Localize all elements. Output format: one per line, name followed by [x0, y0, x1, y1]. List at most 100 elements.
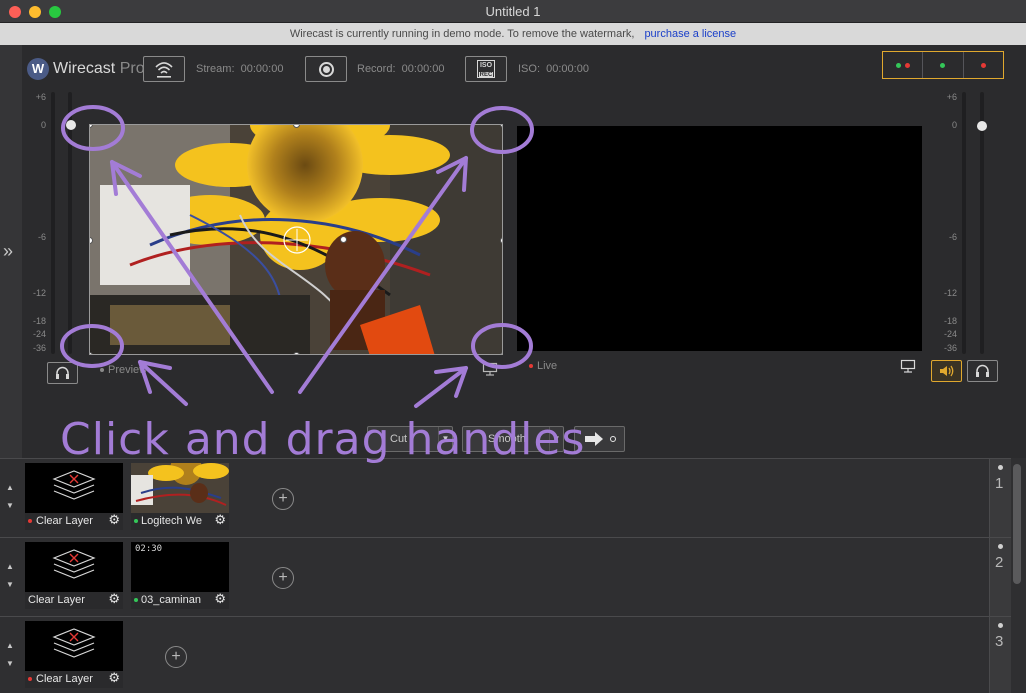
layer-reorder-arrows[interactable]: ▲ ▼	[6, 562, 14, 589]
meter-tick: 0	[40, 120, 46, 130]
demo-banner: Wirecast is currently running in demo mo…	[0, 23, 1026, 45]
preview-status-led	[100, 368, 104, 373]
record-label: Record:	[357, 63, 396, 75]
shot-status-led	[134, 598, 138, 603]
live-dot-icon	[904, 62, 910, 68]
layout-preview-live-button[interactable]	[883, 52, 924, 78]
stream-button[interactable]	[143, 56, 185, 82]
window-title: Untitled 1	[485, 4, 541, 19]
iso-rec-icon: ISO REC	[477, 60, 495, 78]
layer-visible-dot[interactable]	[998, 623, 1003, 628]
clear-layer-icon	[52, 628, 96, 658]
gear-icon[interactable]: ⚙	[108, 670, 120, 686]
purchase-license-link[interactable]: purchase a license	[644, 28, 736, 40]
shot-clear-layer[interactable]: Clear Layer ⚙	[25, 621, 123, 688]
clear-layer-icon	[52, 470, 96, 500]
record-button[interactable]	[305, 56, 347, 82]
meter-tick: +6	[946, 92, 957, 102]
speaker-icon	[940, 365, 954, 377]
shot-clear-layer[interactable]: Clear Layer ⚙	[25, 542, 123, 609]
live-label-text: Live	[537, 360, 558, 372]
add-shot-button[interactable]: +	[272, 488, 294, 510]
resize-handle-bottom[interactable]	[293, 352, 300, 354]
meter-tick: -24	[943, 329, 957, 339]
preview-headphones-button[interactable]	[47, 362, 78, 384]
gear-icon[interactable]: ⚙	[108, 512, 120, 528]
add-shot-button[interactable]: +	[272, 567, 294, 589]
layer-row-1: ▲ ▼ Clear Layer ⚙ Logitech We ⚙ +	[0, 453, 989, 537]
preview-output-icon[interactable]	[482, 362, 498, 376]
layers-panel: ▲ ▼ Clear Layer ⚙ Logitech We ⚙ + 1 ▲ ▼ Cl…	[0, 453, 1026, 693]
headphones-icon	[56, 366, 69, 379]
wirecast-logo-icon: W	[27, 58, 49, 80]
layer-row-2: ▲ ▼ Clear Layer ⚙ 02:30 03_caminan ⚙ +	[0, 537, 989, 616]
layout-live-only-button[interactable]	[964, 52, 1003, 78]
preview-dot-icon	[940, 62, 946, 68]
shot-03-caminan[interactable]: 02:30 03_caminan ⚙	[131, 542, 229, 609]
layer-number-text: 3	[995, 633, 1004, 650]
webcam-thumbnail	[131, 453, 229, 513]
layer-reorder-arrows[interactable]: ▲ ▼	[6, 641, 14, 668]
layer-number-3[interactable]: 3	[989, 616, 1011, 693]
meter-tick: -18	[32, 316, 46, 326]
preview-dot-icon	[895, 62, 901, 68]
iso-status: ISO: 00:00:00	[518, 63, 589, 75]
live-output-icon[interactable]	[900, 359, 916, 373]
layer-visible-dot[interactable]	[998, 544, 1003, 549]
clear-layer-icon	[52, 549, 96, 579]
iso-record-button[interactable]: ISO REC	[465, 56, 507, 82]
meter-tick: 0	[951, 120, 957, 130]
main-toolbar: W Wirecast Pro Stream: 00:00:00 Record: …	[22, 45, 1026, 91]
expand-sidebar-icon[interactable]: »	[3, 241, 13, 262]
demo-message: Wirecast is currently running in demo mo…	[289, 28, 635, 40]
gear-icon[interactable]: ⚙	[108, 591, 120, 607]
shot-status-led	[28, 519, 32, 524]
layer-number-text: 1	[995, 475, 1004, 492]
logo-main-text: Wirecast	[53, 60, 116, 77]
add-shot-button[interactable]: +	[165, 646, 187, 668]
annotation-text: Click and drag handles	[60, 414, 586, 465]
shot-logitech-webcam[interactable]: Logitech We ⚙	[131, 453, 229, 530]
left-sidebar-strip: »	[0, 45, 22, 458]
layer-reorder-arrows[interactable]: ▲ ▼	[6, 483, 14, 510]
meter-tick: -24	[32, 329, 46, 339]
stream-label: Stream:	[196, 63, 235, 75]
transform-center-icon	[283, 226, 311, 254]
preview-monitor[interactable]	[89, 124, 503, 355]
live-label: Live	[529, 360, 557, 372]
headphones-icon	[976, 364, 989, 377]
preview-volume-knob[interactable]	[66, 120, 76, 130]
layer-number-1[interactable]: 1	[989, 458, 1011, 537]
logo-sub-text: Pro	[119, 60, 145, 77]
layers-scrollbar[interactable]	[1013, 464, 1021, 584]
live-volume-slider[interactable]	[980, 92, 984, 354]
meter-tick: -36	[32, 343, 46, 353]
gear-icon[interactable]: ⚙	[214, 591, 226, 607]
layer-visible-dot[interactable]	[998, 465, 1003, 470]
meter-tick: -12	[32, 288, 46, 298]
live-audio-monitor-button[interactable]	[931, 360, 962, 382]
shot-clear-layer[interactable]: Clear Layer ⚙	[25, 463, 123, 530]
layer-number-2[interactable]: 2	[989, 537, 1011, 616]
live-dot-icon	[980, 62, 986, 68]
left-audio-meter	[51, 92, 55, 354]
right-audio-meter	[962, 92, 966, 354]
live-monitor[interactable]	[517, 126, 922, 351]
resize-handle-bottom-right[interactable]	[500, 352, 502, 354]
layout-preview-only-button[interactable]	[923, 52, 964, 78]
live-volume-knob[interactable]	[977, 121, 987, 131]
wirecast-logo: W Wirecast Pro	[27, 58, 145, 80]
title-bar: Untitled 1	[0, 0, 1026, 23]
meter-tick: -12	[943, 288, 957, 298]
meter-tick: -36	[943, 343, 957, 353]
live-headphones-button[interactable]	[967, 360, 998, 382]
preview-volume-slider[interactable]	[68, 92, 72, 354]
rotation-handle[interactable]	[340, 236, 347, 243]
meter-tick: -6	[37, 232, 46, 242]
record-time: 00:00:00	[401, 63, 445, 75]
resize-handle-right[interactable]	[500, 237, 502, 244]
record-icon	[319, 62, 334, 77]
gear-icon[interactable]: ⚙	[214, 512, 226, 528]
stream-wifi-icon	[155, 62, 173, 78]
layer-row-3: ▲ ▼ Clear Layer ⚙ +	[0, 616, 989, 693]
